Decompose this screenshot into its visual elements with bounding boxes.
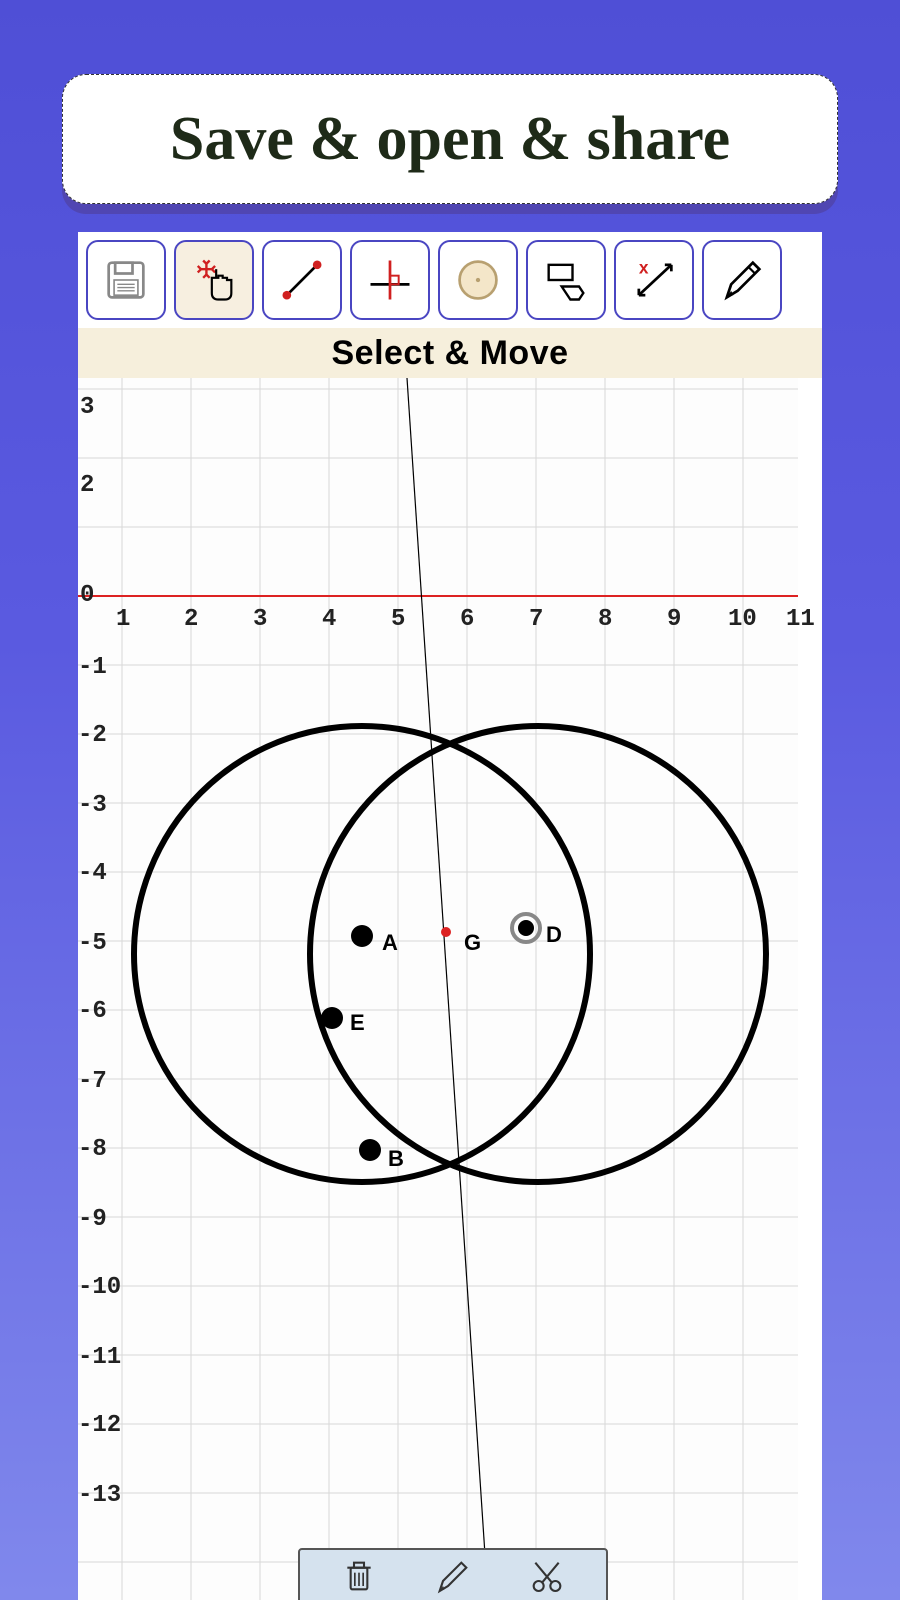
x-tick: 6 xyxy=(460,606,474,633)
x-tick: 11 xyxy=(786,606,815,633)
x-tick: 4 xyxy=(322,606,336,633)
hand-move-icon xyxy=(188,254,240,306)
y-tick: -6 xyxy=(78,998,107,1025)
x-tick: 9 xyxy=(667,606,681,633)
point-label-E: E xyxy=(350,1010,365,1036)
tool-polygon[interactable] xyxy=(526,240,606,320)
y-tick: -1 xyxy=(78,654,107,681)
y-tick: -4 xyxy=(78,860,107,887)
tool-save[interactable] xyxy=(86,240,166,320)
tool-select-move[interactable] xyxy=(174,240,254,320)
x-tick: 3 xyxy=(253,606,267,633)
action-cut[interactable] xyxy=(527,1556,567,1600)
polygon-icon xyxy=(540,254,592,306)
point-label-A: A xyxy=(382,930,398,956)
y-tick: -2 xyxy=(78,722,107,749)
header-title: Save & open & share xyxy=(170,104,730,175)
tool-line[interactable] xyxy=(262,240,342,320)
x-tick: 1 xyxy=(116,606,130,633)
graph-canvas[interactable]: 3 2 0 -1 -2 -3 -4 -5 -6 -7 -8 -9 -10 -11… xyxy=(78,378,798,1600)
x-tick: 2 xyxy=(184,606,198,633)
tool-measure[interactable]: x xyxy=(614,240,694,320)
header-card: Save & open & share xyxy=(62,74,838,204)
tool-perpendicular[interactable] xyxy=(350,240,430,320)
measure-icon: x xyxy=(628,254,680,306)
y-tick: 2 xyxy=(80,472,94,499)
tool-pencil[interactable] xyxy=(702,240,782,320)
pen-icon xyxy=(433,1556,473,1596)
perpendicular-icon xyxy=(364,254,416,306)
x-tick: 5 xyxy=(391,606,405,633)
y-tick: -5 xyxy=(78,930,107,957)
y-tick: 3 xyxy=(80,394,94,421)
y-tick: -10 xyxy=(78,1274,121,1301)
x-tick: 8 xyxy=(598,606,612,633)
point-label-G: G xyxy=(464,930,481,956)
y-tick: -11 xyxy=(78,1344,121,1371)
action-delete[interactable] xyxy=(339,1556,379,1600)
y-tick: -3 xyxy=(78,792,107,819)
point-label-D: D xyxy=(546,922,562,948)
scissors-icon xyxy=(527,1556,567,1596)
app-panel: x Select & Move xyxy=(78,232,822,1600)
x-tick: 10 xyxy=(728,606,757,633)
y-tick: -9 xyxy=(78,1206,107,1233)
y-tick: 0 xyxy=(80,582,94,609)
line-segment-icon xyxy=(276,254,328,306)
bottom-action-bar xyxy=(298,1548,608,1600)
floppy-disk-icon xyxy=(100,254,152,306)
action-edit[interactable] xyxy=(433,1556,473,1600)
svg-text:x: x xyxy=(639,258,649,278)
toolbar: x xyxy=(78,240,822,320)
circle-icon xyxy=(452,254,504,306)
y-tick: -12 xyxy=(78,1412,121,1439)
y-tick: -13 xyxy=(78,1482,121,1509)
y-tick: -7 xyxy=(78,1068,107,1095)
tool-circle[interactable] xyxy=(438,240,518,320)
pencil-icon xyxy=(716,254,768,306)
trash-icon xyxy=(339,1556,379,1596)
y-tick: -8 xyxy=(78,1136,107,1163)
tool-status-label: Select & Move xyxy=(78,328,822,378)
point-label-B: B xyxy=(388,1146,404,1172)
x-tick: 7 xyxy=(529,606,543,633)
